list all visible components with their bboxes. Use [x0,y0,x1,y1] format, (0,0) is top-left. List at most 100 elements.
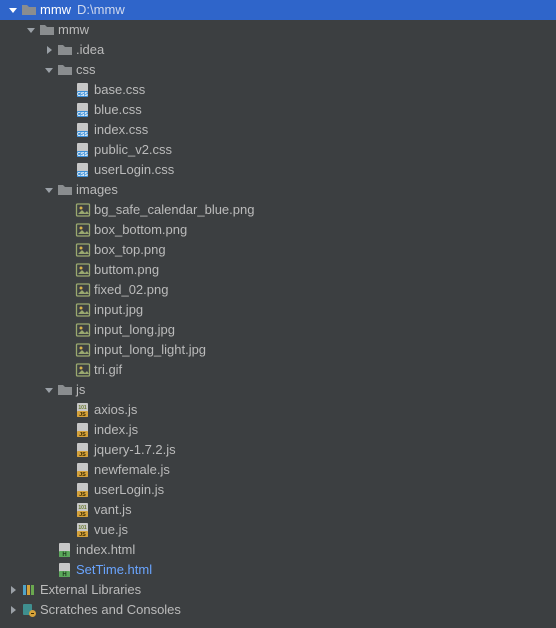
folder-icon [56,382,74,398]
tree-item-label: userLogin.js [92,480,164,500]
js-icon [74,462,92,478]
file-box-top[interactable]: box_top.png [0,240,556,260]
file-userlogin-css[interactable]: userLogin.css [0,160,556,180]
image-icon [74,242,92,258]
tree-item-label: vue.js [92,520,128,540]
image-icon [74,342,92,358]
chevron-down-icon[interactable] [6,5,20,15]
file-buttom[interactable]: buttom.png [0,260,556,280]
image-icon [74,362,92,378]
folder-idea[interactable]: .idea [0,40,556,60]
folder-images[interactable]: images [0,180,556,200]
image-icon [74,202,92,218]
chevron-down-icon[interactable] [42,385,56,395]
chevron-right-icon[interactable] [42,45,56,55]
tree-item-label: newfemale.js [92,460,170,480]
file-axios[interactable]: axios.js [0,400,556,420]
css-icon [74,142,92,158]
js101-icon [74,502,92,518]
tree-item-label: bg_safe_calendar_blue.png [92,200,254,220]
folder-css[interactable]: css [0,60,556,80]
tree-item-label: images [74,180,118,200]
folder-icon [56,42,74,58]
folder-icon [56,182,74,198]
tree-item-label: mmw [56,20,89,40]
external-libraries[interactable]: External Libraries [0,580,556,600]
css-icon [74,82,92,98]
tree-item-label: SetTime.html [74,560,152,580]
scratches-icon [20,602,38,618]
css-icon [74,122,92,138]
image-icon [74,222,92,238]
tree-item-label: index.html [74,540,135,560]
tree-item-label: input_long_light.jpg [92,340,206,360]
file-index-js[interactable]: index.js [0,420,556,440]
html-icon [56,542,74,558]
project-tree[interactable]: mmwD:\mmwmmw.ideacssbase.cssblue.cssinde… [0,0,556,620]
chevron-down-icon[interactable] [42,65,56,75]
chevron-right-icon[interactable] [6,585,20,595]
file-settime-html[interactable]: SetTime.html [0,560,556,580]
tree-item-label: index.css [92,120,148,140]
image-icon [74,262,92,278]
tree-item-label: userLogin.css [92,160,174,180]
tree-item-label: mmw [38,0,71,20]
file-input[interactable]: input.jpg [0,300,556,320]
libraries-icon [20,582,38,598]
tree-item-label: External Libraries [38,580,141,600]
tree-item-label: input.jpg [92,300,143,320]
file-tri[interactable]: tri.gif [0,360,556,380]
chevron-down-icon[interactable] [42,185,56,195]
image-icon [74,282,92,298]
file-blue-css[interactable]: blue.css [0,100,556,120]
file-bg-safe[interactable]: bg_safe_calendar_blue.png [0,200,556,220]
folder-icon [20,2,38,18]
js-icon [74,422,92,438]
folder-icon [38,22,56,38]
folder-mmw[interactable]: mmw [0,20,556,40]
tree-item-path: D:\mmw [71,0,125,20]
tree-item-label: blue.css [92,100,142,120]
tree-item-label: .idea [74,40,104,60]
file-box-bottom[interactable]: box_bottom.png [0,220,556,240]
tree-item-label: jquery-1.7.2.js [92,440,176,460]
chevron-down-icon[interactable] [24,25,38,35]
scratches-and-consoles[interactable]: Scratches and Consoles [0,600,556,620]
file-index-css[interactable]: index.css [0,120,556,140]
file-jquery[interactable]: jquery-1.7.2.js [0,440,556,460]
css-icon [74,162,92,178]
file-public-v2-css[interactable]: public_v2.css [0,140,556,160]
css-icon [74,102,92,118]
file-vue[interactable]: vue.js [0,520,556,540]
js-icon [74,442,92,458]
image-icon [74,302,92,318]
js-icon [74,482,92,498]
file-index-html[interactable]: index.html [0,540,556,560]
file-fixed-02[interactable]: fixed_02.png [0,280,556,300]
file-vant[interactable]: vant.js [0,500,556,520]
tree-item-label: css [74,60,96,80]
file-userlogin-js[interactable]: userLogin.js [0,480,556,500]
html-icon [56,562,74,578]
file-base-css[interactable]: base.css [0,80,556,100]
tree-item-label: input_long.jpg [92,320,175,340]
tree-item-label: js [74,380,85,400]
project-root[interactable]: mmwD:\mmw [0,0,556,20]
chevron-right-icon[interactable] [6,605,20,615]
js101-icon [74,402,92,418]
file-input-long[interactable]: input_long.jpg [0,320,556,340]
tree-item-label: axios.js [92,400,137,420]
tree-item-label: Scratches and Consoles [38,600,181,620]
folder-icon [56,62,74,78]
folder-js[interactable]: js [0,380,556,400]
tree-item-label: box_bottom.png [92,220,187,240]
file-newfemale[interactable]: newfemale.js [0,460,556,480]
tree-item-label: fixed_02.png [92,280,168,300]
js101-icon [74,522,92,538]
tree-item-label: tri.gif [92,360,122,380]
tree-item-label: base.css [92,80,145,100]
tree-item-label: box_top.png [92,240,166,260]
tree-item-label: index.js [92,420,138,440]
file-input-long-light[interactable]: input_long_light.jpg [0,340,556,360]
image-icon [74,322,92,338]
